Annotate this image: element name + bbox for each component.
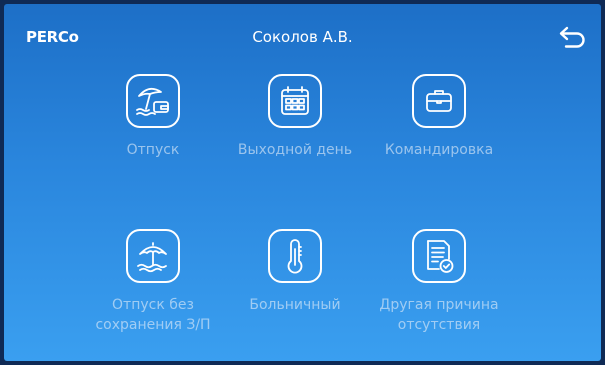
briefcase-icon (412, 74, 466, 128)
tile-label: Больничный (249, 297, 341, 313)
document-check-icon (412, 229, 466, 283)
tile-sick-leave[interactable]: Больничный (230, 229, 360, 315)
tile-unpaid-leave[interactable]: Отпуск без сохранения З/П (88, 229, 218, 335)
back-button[interactable] (557, 23, 589, 51)
user-name: Соколов А.В. (252, 28, 353, 46)
kiosk-screen: PERCo Соколов А.В. Отпуск Выходной день … (4, 4, 601, 361)
beach-umbrella-icon (126, 229, 180, 283)
tile-vacation[interactable]: Отпуск (88, 74, 218, 160)
tile-label: Отпуск (126, 142, 180, 158)
beach-umbrella-wallet-icon (126, 74, 180, 128)
header-bar: PERCo Соколов А.В. (4, 4, 601, 68)
tile-day-off[interactable]: Выходной день (230, 74, 360, 160)
back-arrow-icon (559, 26, 585, 48)
tile-label: Командировка (384, 142, 494, 158)
thermometer-icon (268, 229, 322, 283)
tile-label: Выходной день (237, 142, 353, 158)
tile-business-trip[interactable]: Командировка (374, 74, 504, 160)
tile-other-reason[interactable]: Другая причина отсутствия (374, 229, 504, 335)
tile-label: Отпуск без сохранения З/П (95, 297, 211, 333)
calendar-icon (268, 74, 322, 128)
tile-label: Другая причина отсутствия (379, 297, 499, 333)
